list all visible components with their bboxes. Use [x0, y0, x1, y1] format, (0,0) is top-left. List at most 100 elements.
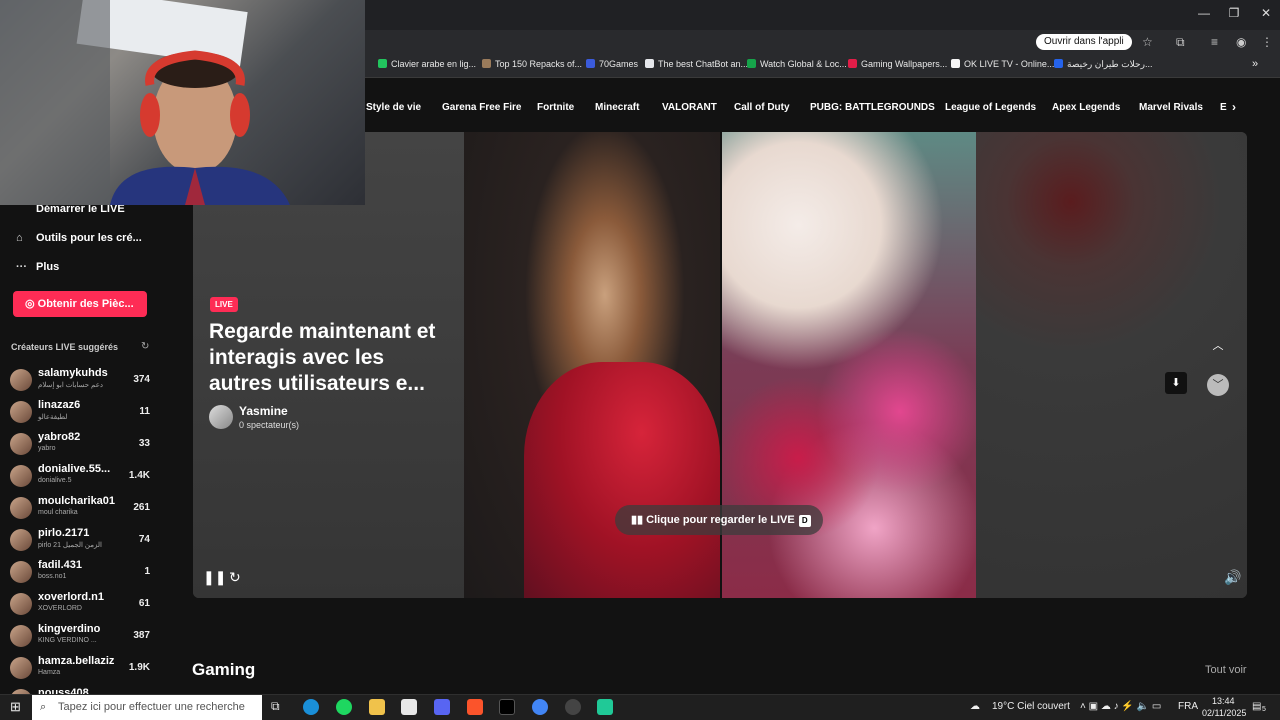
host-viewers: 0 spectateur(s) — [239, 420, 300, 430]
app-icon[interactable] — [565, 699, 581, 715]
bookmark-favicon-icon — [848, 59, 857, 68]
watch-live-button[interactable]: ▮▮ Clique pour regarder le LIVE D — [615, 505, 823, 535]
store-icon[interactable] — [401, 699, 417, 715]
creator-name: donialive.55... — [38, 463, 111, 475]
clock-date[interactable]: 02/11/2025 — [1202, 708, 1246, 718]
viewer-count: 74 — [138, 534, 150, 545]
host-name[interactable]: Yasmine — [239, 404, 288, 418]
viewer-count: 1 — [144, 566, 150, 577]
avatar — [10, 369, 32, 391]
creator-item[interactable]: hamza.bellaziz Hamza 1.9K — [10, 655, 150, 685]
creator-subtitle: Hamza — [38, 669, 61, 676]
host-avatar[interactable] — [209, 405, 233, 429]
bookmark-item[interactable]: OK LIVE TV - Online... — [951, 59, 1054, 69]
weather-icon[interactable]: ☁ — [970, 701, 980, 712]
close-window-button[interactable]: ✕ — [1251, 6, 1280, 20]
profile-icon[interactable]: ◉ — [1236, 35, 1246, 49]
creator-subtitle: yabro — [38, 445, 56, 452]
category-tab[interactable]: Style de vie — [366, 102, 421, 113]
refresh-icon[interactable]: ↻ — [141, 341, 149, 352]
section-title: Gaming — [192, 660, 256, 679]
creator-subtitle: دعم حسابات ابو إسلام — [38, 382, 103, 389]
viewer-count: 1.9K — [128, 662, 150, 673]
language-indicator[interactable]: FRA — [1178, 701, 1198, 712]
category-tab[interactable]: Fortnite — [537, 102, 574, 113]
tiktok-icon[interactable] — [499, 699, 515, 715]
category-tab[interactable]: Garena Free Fire — [442, 102, 521, 113]
media-icon[interactable]: ≡ — [1211, 35, 1218, 49]
creator-item[interactable]: kingverdino KING VERDINO ... 387 — [10, 623, 150, 653]
chevron-up-icon[interactable]: ︿ — [1207, 335, 1229, 357]
chevron-right-icon[interactable]: › — [1232, 100, 1236, 114]
bookmark-item[interactable]: Watch Global & Loc... — [747, 59, 847, 69]
creator-item[interactable]: fadil.431 boss.no1 1 — [10, 559, 150, 589]
windows-start-icon[interactable]: ⊞ — [10, 699, 21, 715]
bookmark-item[interactable]: The best ChatBot an... — [645, 59, 748, 69]
bookmark-item[interactable]: Clavier arabe en lig... — [378, 59, 476, 69]
avatar — [10, 625, 32, 647]
discord-icon[interactable] — [434, 699, 450, 715]
pause-icon[interactable]: ❚❚ — [203, 569, 226, 586]
creator-name: pirlo.2171 — [38, 527, 90, 539]
bookmark-label: Watch Global & Loc... — [760, 59, 847, 69]
creator-name: yabro82 — [38, 431, 81, 443]
bookmark-label: 70Games — [599, 59, 639, 69]
creator-item[interactable]: salamykuhds دعم حسابات ابو إسلام 374 — [10, 367, 150, 397]
spotify-icon[interactable] — [336, 699, 352, 715]
creator-item[interactable]: yabro82 yabro 33 — [10, 431, 150, 461]
viewer-count: 261 — [133, 502, 150, 513]
creator-item[interactable]: pirlo.2171 pirlo 21 الزمن الجميل 74 — [10, 527, 150, 557]
task-view-icon[interactable]: ⧉ — [271, 699, 280, 714]
notification-count: 5 — [1262, 706, 1266, 713]
notifications-icon[interactable]: ▤ — [1252, 701, 1261, 712]
download-icon[interactable]: ⬇ — [1165, 372, 1187, 394]
extensions-icon[interactable]: ⧉ — [1176, 35, 1185, 50]
creator-item[interactable]: linazaz6 لطيفةعالو 11 — [10, 399, 150, 429]
viewer-count: 374 — [133, 374, 150, 385]
category-tab[interactable]: Marvel Rivals — [1139, 102, 1203, 113]
chevron-down-icon[interactable]: ﹀ — [1207, 374, 1229, 396]
bookmarks-overflow-icon[interactable]: » — [1252, 58, 1258, 70]
whatsapp-icon[interactable] — [597, 699, 613, 715]
bookmark-item[interactable]: Gaming Wallpapers... — [848, 59, 947, 69]
maximize-button[interactable]: ❐ — [1219, 6, 1249, 20]
star-icon[interactable]: ☆ — [1142, 35, 1153, 49]
category-tab[interactable]: Apex Legends — [1052, 102, 1120, 113]
open-app-button[interactable]: Ouvrir dans l'appli — [1036, 34, 1132, 50]
category-tab[interactable]: PUBG: BATTLEGROUNDS — [810, 102, 935, 113]
reload-icon[interactable]: ↻ — [229, 569, 241, 586]
weather-text[interactable]: 19°C Ciel couvert — [992, 701, 1070, 712]
clock-time[interactable]: 13:44 — [1212, 696, 1235, 706]
menu-icon[interactable]: ⋮ — [1261, 35, 1273, 49]
avatar — [10, 529, 32, 551]
sidebar-item-more[interactable]: ··· Plus — [16, 261, 59, 273]
creator-item[interactable]: donialive.55... donialive.5 1.4K — [10, 463, 150, 493]
bookmark-item[interactable]: Top 150 Repacks of... — [482, 59, 582, 69]
category-tab[interactable]: Minecraft — [595, 102, 639, 113]
file-explorer-icon[interactable] — [369, 699, 385, 715]
search-icon: ⌕ — [40, 701, 47, 713]
taskbar-search-input[interactable]: ⌕ Tapez ici pour effectuer une recherche — [32, 695, 262, 720]
chrome-icon[interactable] — [532, 699, 548, 715]
brave-icon[interactable] — [467, 699, 483, 715]
category-tab[interactable]: Call of Duty — [734, 102, 790, 113]
volume-icon[interactable]: 🔊 — [1224, 569, 1241, 586]
creator-name: linazaz6 — [38, 399, 81, 411]
bookmark-label: OK LIVE TV - Online... — [964, 59, 1055, 69]
get-coins-button[interactable]: ◎ Obtenir des Pièc... — [13, 291, 147, 317]
creator-subtitle: XOVERLORD — [38, 605, 82, 612]
bookmark-item[interactable]: 70Games — [586, 59, 638, 69]
sidebar-item-creator-tools[interactable]: ⌂ Outils pour les cré... — [16, 232, 142, 244]
creator-name: moulcharika01 — [38, 495, 116, 507]
category-tab[interactable]: VALORANT — [662, 102, 717, 113]
creator-item[interactable]: moulcharika01 moul charika 261 — [10, 495, 150, 525]
creator-subtitle: boss.no1 — [38, 573, 67, 580]
see-all-link[interactable]: Tout voir — [1205, 664, 1247, 676]
minimize-button[interactable]: — — [1189, 6, 1219, 20]
tray-icons[interactable]: ˄ ▣ ☁ ♪ ⚡ 🔈 ▭ — [1080, 701, 1161, 712]
bookmark-item[interactable]: رحلات طيران رخيصة... — [1054, 59, 1152, 70]
creator-item[interactable]: xoverlord.n1 XOVERLORD 61 — [10, 591, 150, 621]
edge-icon[interactable] — [303, 699, 319, 715]
category-tab[interactable]: E — [1220, 102, 1227, 113]
category-tab[interactable]: League of Legends — [945, 102, 1036, 113]
